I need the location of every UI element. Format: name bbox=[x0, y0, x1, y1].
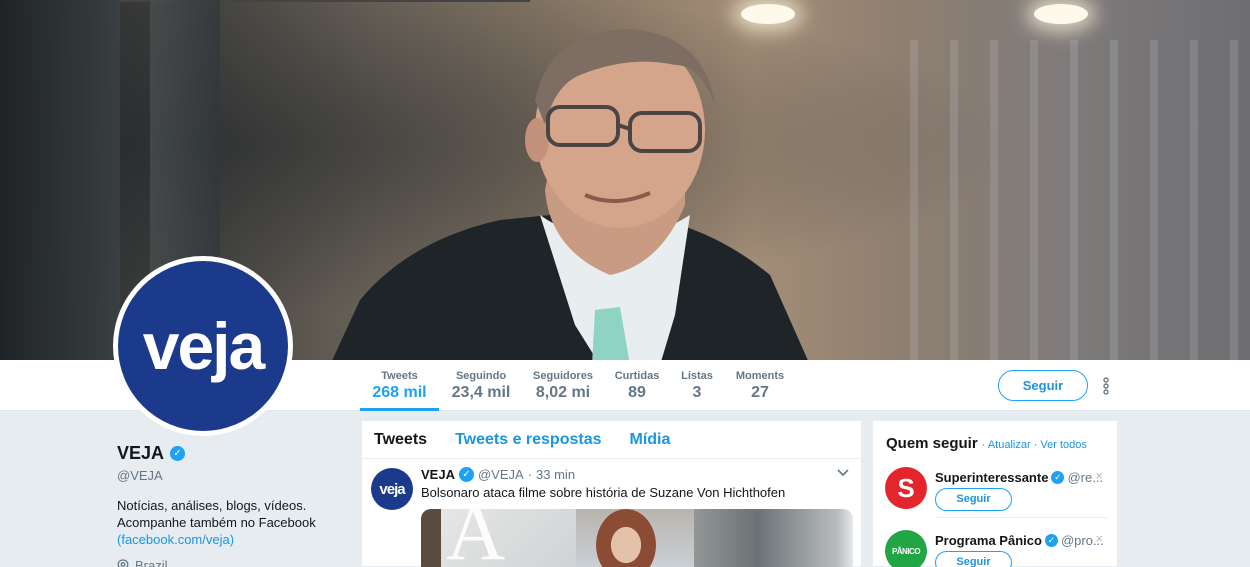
stat-value: 27 bbox=[751, 384, 769, 401]
dismiss-icon[interactable]: × bbox=[1095, 468, 1103, 483]
verified-badge-icon: ✓ bbox=[170, 446, 186, 461]
tweet-text: Bolsonaro ataca filme sobre história de … bbox=[421, 485, 786, 500]
account-name[interactable]: Programa Pânico bbox=[935, 533, 1042, 548]
tweet-author-handle[interactable]: @VEJA bbox=[478, 467, 524, 482]
tab-media[interactable]: Mídia bbox=[630, 431, 671, 449]
who-to-follow-links: · Atualizar · Ver todos bbox=[982, 439, 1087, 451]
banner-railing bbox=[910, 40, 1250, 360]
divider bbox=[935, 517, 1107, 518]
ceiling-light bbox=[1034, 4, 1088, 24]
separator: · bbox=[1033, 439, 1038, 451]
stat-label: Moments bbox=[735, 370, 785, 382]
media-image-3 bbox=[694, 509, 853, 567]
stat-value: 3 bbox=[692, 384, 702, 401]
media-figure bbox=[421, 509, 441, 567]
timeline-tabs: Tweets Tweets e respostas Mídia bbox=[362, 421, 861, 459]
media-image-1: A bbox=[421, 509, 576, 567]
account-avatar[interactable]: PÂNICO bbox=[885, 530, 927, 567]
tweet-timestamp[interactable]: 33 min bbox=[536, 467, 575, 482]
more-options-icon[interactable] bbox=[1100, 376, 1112, 396]
tweet-avatar[interactable]: veja bbox=[371, 468, 413, 510]
stat-followers[interactable]: Seguidores 8,02 mi bbox=[529, 360, 597, 411]
account-name-row: Superinteressante ✓ @re... bbox=[935, 470, 1103, 485]
tweet-media[interactable]: A bbox=[421, 509, 853, 567]
who-to-follow-title: Quem seguir bbox=[886, 435, 978, 452]
tweet-separator: · bbox=[527, 467, 533, 482]
stat-lists[interactable]: Listas 3 bbox=[677, 360, 717, 411]
tweet[interactable]: veja VEJA ✓ @VEJA · 33 min Bolsonaro ata… bbox=[362, 459, 861, 510]
stat-label: Tweets bbox=[381, 370, 418, 382]
refresh-link[interactable]: Atualizar bbox=[988, 439, 1031, 451]
tab-tweets-and-replies[interactable]: Tweets e respostas bbox=[455, 431, 601, 449]
follow-account-button[interactable]: Seguir bbox=[935, 551, 1012, 567]
stat-label: Seguindo bbox=[455, 370, 507, 382]
profile-location: Brazil bbox=[117, 558, 337, 567]
profile-name[interactable]: VEJA bbox=[117, 443, 164, 464]
stat-value: 268 mil bbox=[372, 384, 427, 401]
who-to-follow-header: Quem seguir · Atualizar · Ver todos bbox=[873, 421, 1117, 452]
stat-likes[interactable]: Curtidas 89 bbox=[610, 360, 664, 411]
verified-badge-icon: ✓ bbox=[458, 467, 474, 482]
profile-name-row: VEJA ✓ bbox=[117, 443, 337, 464]
banner-person-figure bbox=[332, 29, 808, 360]
stat-label: Seguidores bbox=[533, 370, 593, 382]
bio-facebook-link[interactable]: (facebook.com/veja) bbox=[117, 531, 337, 548]
media-portrait bbox=[596, 509, 656, 567]
follow-button[interactable]: Seguir bbox=[998, 370, 1088, 401]
who-to-follow-panel: Quem seguir · Atualizar · Ver todos S Su… bbox=[872, 420, 1118, 567]
profile-bio: Notícias, análises, blogs, vídeos. Acomp… bbox=[117, 497, 337, 548]
account-name-row: Programa Pânico ✓ @pro... bbox=[935, 533, 1104, 548]
tweet-author-name[interactable]: VEJA bbox=[421, 467, 455, 482]
separator: · bbox=[981, 439, 986, 451]
stat-value: 23,4 mil bbox=[451, 384, 511, 401]
location-text: Brazil bbox=[135, 558, 168, 567]
stat-following[interactable]: Seguindo 23,4 mil bbox=[445, 360, 517, 411]
tab-tweets[interactable]: Tweets bbox=[374, 431, 427, 449]
view-all-link[interactable]: Ver todos bbox=[1040, 439, 1086, 451]
profile-avatar[interactable]: veja bbox=[113, 256, 293, 436]
stat-moments[interactable]: Moments 27 bbox=[731, 360, 789, 411]
verified-badge-icon: ✓ bbox=[1044, 534, 1058, 547]
media-letter-graphic: A bbox=[446, 509, 506, 567]
dismiss-icon[interactable]: × bbox=[1095, 531, 1103, 546]
account-name[interactable]: Superinteressante bbox=[935, 470, 1048, 485]
stat-label: Listas bbox=[681, 370, 713, 382]
stat-tweets[interactable]: Tweets 268 mil bbox=[360, 360, 439, 411]
profile-handle[interactable]: @VEJA bbox=[117, 468, 337, 483]
avatar-logo: veja bbox=[118, 261, 288, 431]
profile-card: VEJA ✓ @VEJA Notícias, análises, blogs, … bbox=[117, 443, 337, 567]
banner-shadow-left bbox=[0, 0, 120, 360]
media-image-2 bbox=[576, 509, 694, 567]
account-avatar[interactable]: S bbox=[885, 467, 927, 509]
location-pin-icon bbox=[117, 558, 129, 567]
follow-account-button[interactable]: Seguir bbox=[935, 488, 1012, 511]
ceiling-light bbox=[741, 4, 795, 24]
chevron-down-icon[interactable] bbox=[837, 469, 849, 477]
timeline: Tweets Tweets e respostas Mídia veja VEJ… bbox=[361, 420, 862, 567]
bio-line: Acompanhe também no Facebook bbox=[117, 515, 316, 530]
stat-value: 89 bbox=[628, 384, 646, 401]
stat-label: Curtidas bbox=[614, 370, 660, 382]
verified-badge-icon: ✓ bbox=[1051, 471, 1065, 484]
tweet-header: VEJA ✓ @VEJA · 33 min bbox=[421, 467, 851, 482]
stat-value: 8,02 mi bbox=[535, 384, 591, 401]
bio-line: Notícias, análises, blogs, vídeos. bbox=[117, 498, 307, 513]
